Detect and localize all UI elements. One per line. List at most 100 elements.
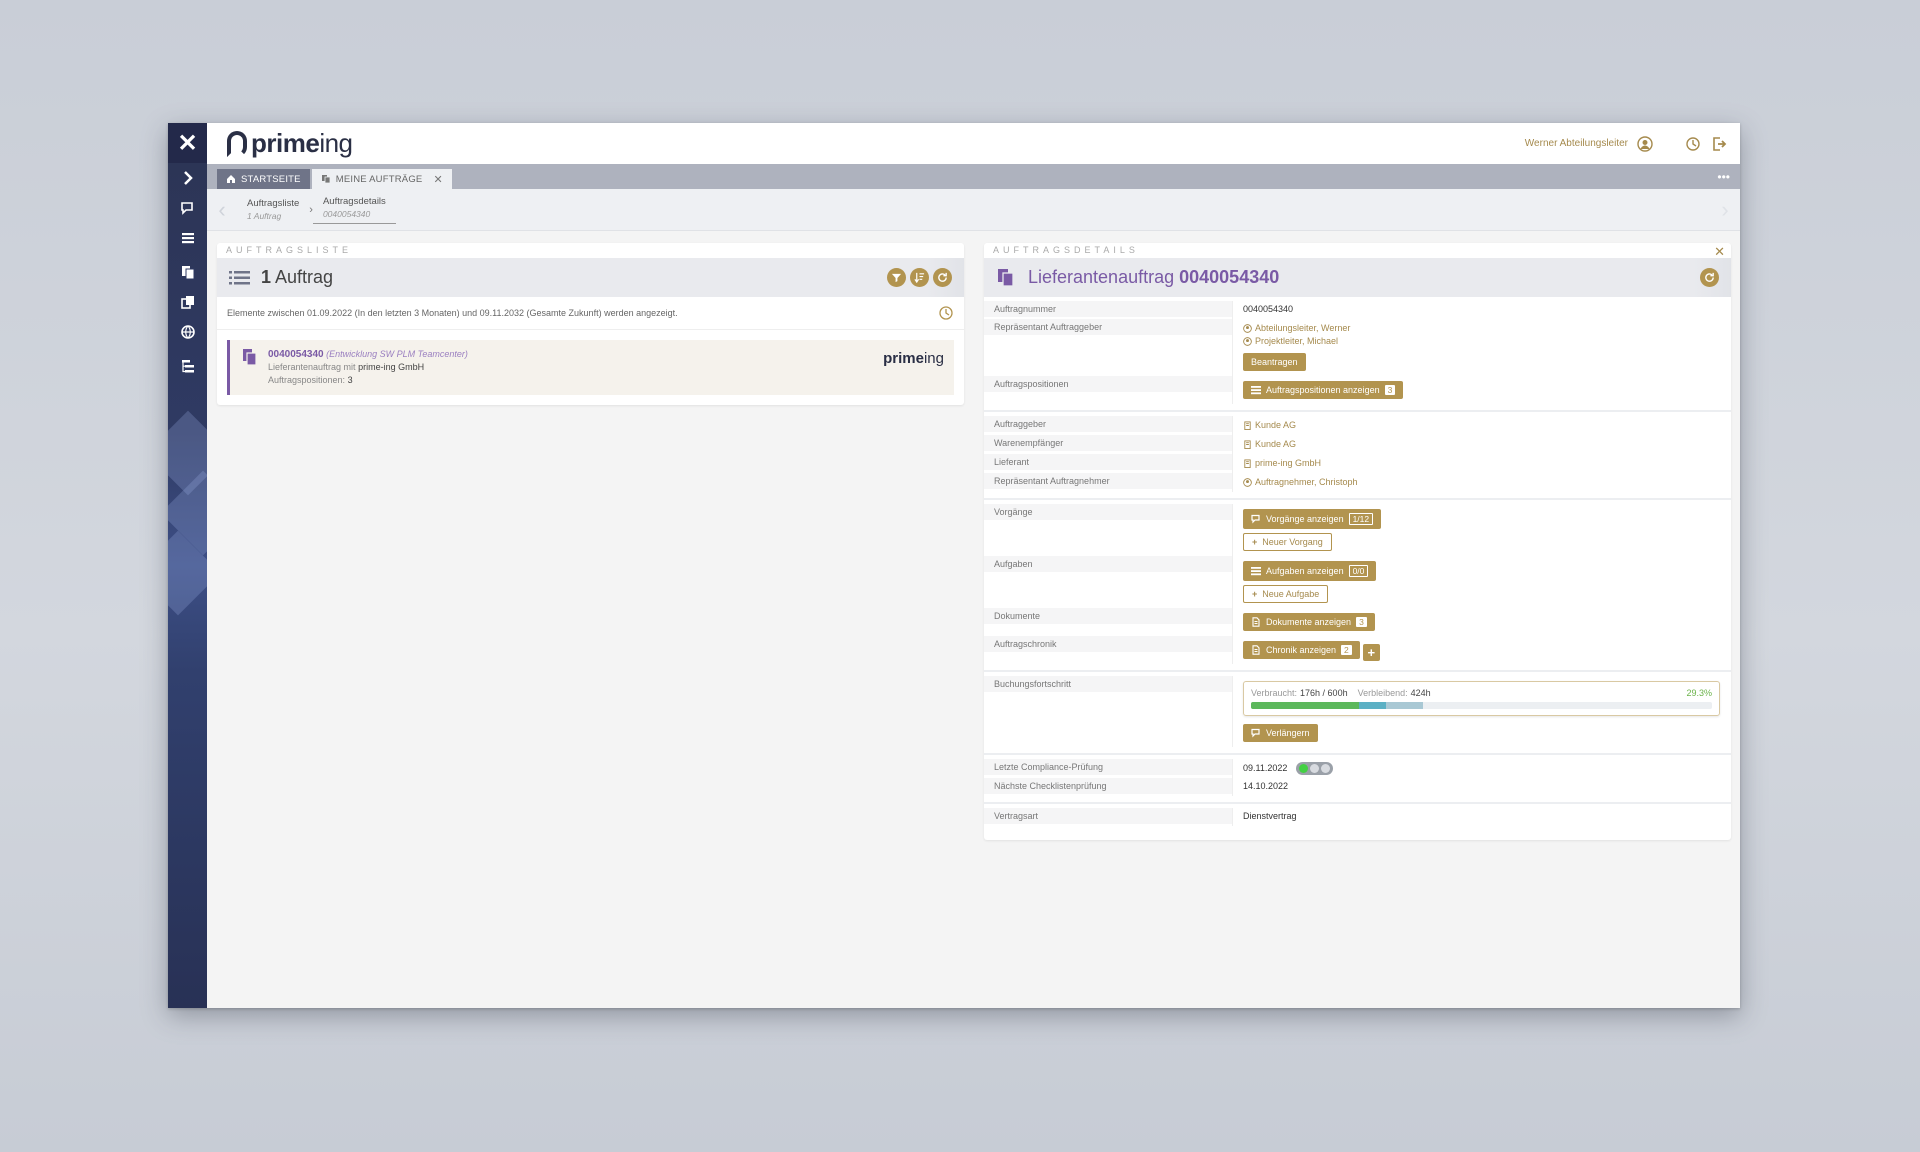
home-icon [227,175,235,183]
date-range-info: Elemente zwischen 01.09.2022 (In den let… [217,297,964,330]
supplier-logo: primeing [883,350,944,367]
order-details-header: Lieferantenauftrag 0040054340 [984,258,1731,297]
tab-close-icon[interactable]: ✕ [433,173,442,186]
logout-icon[interactable] [1710,135,1728,153]
contract-type: Dienstvertrag [1232,808,1731,827]
show-tasks-button[interactable]: Aufgaben anzeigen 0/0 [1243,561,1377,581]
order-number[interactable]: 0040054340 [268,349,324,360]
top-bar: primeing Werner Abteilungsleiter [207,123,1740,164]
brand-p-icon [227,130,247,157]
list-item[interactable]: 0040054340 (Entwicklung SW PLM Teamcente… [227,340,954,395]
field-label: Lieferant [984,454,1232,470]
traffic-light-icon [1295,762,1333,776]
refresh-icon[interactable] [1700,268,1719,287]
company-name: Kunde AG [1255,439,1297,449]
logo-suffix: ing [923,350,944,367]
field-label: Warenempfänger [984,435,1232,451]
order-details-panel: AUFTRAGSDETAILS ✕ Lieferantenauftrag 004… [984,243,1731,841]
order-icon [242,348,258,366]
field-label: Auftragschronik [984,636,1232,652]
app-logo-icon[interactable]: ✕ [168,123,207,163]
clock-settings-icon[interactable] [1684,135,1702,153]
beantragen-button[interactable]: Beantragen [1243,353,1306,371]
consumed-label: Verbraucht: [1251,688,1298,699]
count-badge: 2 [1341,645,1352,655]
order-supplier: prime-ing GmbH [358,362,425,372]
order-count-label: Auftrag [275,267,334,287]
count-badge: 3 [1356,617,1367,627]
remaining-value: 424h [1410,688,1431,699]
company-link[interactable]: Kunde AG [1243,438,1721,451]
building-icon [1244,440,1251,449]
back-arrow-icon[interactable]: ‹ [207,197,237,223]
checklist-date: 14.10.2022 [1232,778,1731,797]
breadcrumb-auftragsliste[interactable]: Auftragsliste 1 Auftrag [237,198,309,222]
button-label: Beantragen [1251,357,1298,367]
logo-prefix: prime [883,350,924,367]
brand-logo: primeing [227,128,353,159]
progress-fill-consumed [1251,702,1360,710]
chat-icon[interactable] [168,193,207,223]
sort-icon[interactable] [910,268,929,287]
button-label: Auftragspositionen anzeigen [1266,385,1380,395]
forward-arrow-icon[interactable]: › [1710,197,1740,223]
order-number-value: 0040054340 [1232,301,1731,319]
add-chronicle-button[interactable]: + [1362,644,1380,662]
progress-fill-planned [1386,702,1423,710]
clock-settings-icon[interactable] [938,305,954,321]
panel-title: AUFTRAGSLISTE [226,245,353,255]
list-icon [1251,567,1261,576]
list-icon [229,269,251,287]
tab-meine-auftraege[interactable]: MEINE AUFTRÄGE ✕ [311,169,452,189]
consumed-value: 176h / 600h [1300,688,1348,699]
compliance-date: 09.11.2022 [1243,763,1288,773]
building-icon [1244,421,1251,430]
brand-prefix: prime [251,128,320,158]
plus-icon: + [1252,537,1258,547]
field-label: Nächste Checklistenprüfung [984,778,1232,795]
person-link[interactable]: Abteilungsleiter, Werner [1243,322,1721,335]
progress-percent: 29.3% [1686,688,1712,699]
show-documents-button[interactable]: Dokumente anzeigen 3 [1243,613,1375,631]
person-link[interactable]: Projektleiter, Michael [1243,335,1721,348]
date-range-text: Elemente zwischen 01.09.2022 (In den let… [227,308,678,318]
order-icon [996,268,1018,287]
extend-button[interactable]: Verlängern [1243,724,1318,743]
expand-chevron-icon[interactable] [168,163,207,193]
details-section-compliance: Letzte Compliance-Prüfung 09.11.2022 Näc… [984,755,1731,805]
field-label: Auftragspositionen [984,376,1232,392]
person-link[interactable]: Auftragnehmer, Christoph [1243,476,1721,489]
refresh-icon[interactable] [933,268,952,287]
crumb-sub: 1 Auftrag [247,210,282,221]
panel-title: AUFTRAGSDETAILS [993,245,1139,255]
company-link[interactable]: prime-ing GmbH [1243,457,1721,470]
new-task-button[interactable]: + Neue Aufgabe [1243,585,1329,603]
field-label: Repräsentant Auftraggeber [984,319,1232,335]
tab-startseite[interactable]: STARTSEITE [217,169,310,189]
person-icon [1243,478,1252,487]
chat-icon [1251,729,1260,738]
order-positions-label: Auftragspositionen: [268,375,346,385]
user-name[interactable]: Werner Abteilungsleiter [1525,138,1628,149]
more-icon[interactable]: ••• [1717,170,1730,184]
company-link[interactable]: Kunde AG [1243,419,1721,432]
list-icon[interactable] [168,223,207,253]
field-label: Auftraggeber [984,416,1232,432]
person-name: Projektleiter, Michael [1255,336,1339,346]
show-positions-button[interactable]: Auftragspositionen anzeigen 3 [1243,381,1404,399]
order-subtitle: (Entwicklung SW PLM Teamcenter) [326,349,468,359]
new-process-button[interactable]: + Neuer Vorgang [1243,533,1332,551]
button-label: Neuer Vorgang [1262,537,1323,547]
filter-icon[interactable] [887,268,906,287]
globe-icon[interactable] [168,317,207,347]
breadcrumb-auftragsdetails[interactable]: Auftragsdetails 0040054340 [312,196,396,224]
hierarchy-icon[interactable] [168,351,207,381]
show-chronicle-button[interactable]: Chronik anzeigen 2 [1243,641,1360,659]
user-avatar-icon[interactable] [1636,135,1654,153]
documents-icon[interactable] [168,287,207,317]
order-type: Lieferantenauftrag mit [268,362,356,372]
progress-fill-booked [1359,702,1387,710]
orders-icon[interactable] [168,257,207,287]
field-label: Vorgänge [984,504,1232,520]
show-processes-button[interactable]: Vorgänge anzeigen 1/12 [1243,509,1382,529]
